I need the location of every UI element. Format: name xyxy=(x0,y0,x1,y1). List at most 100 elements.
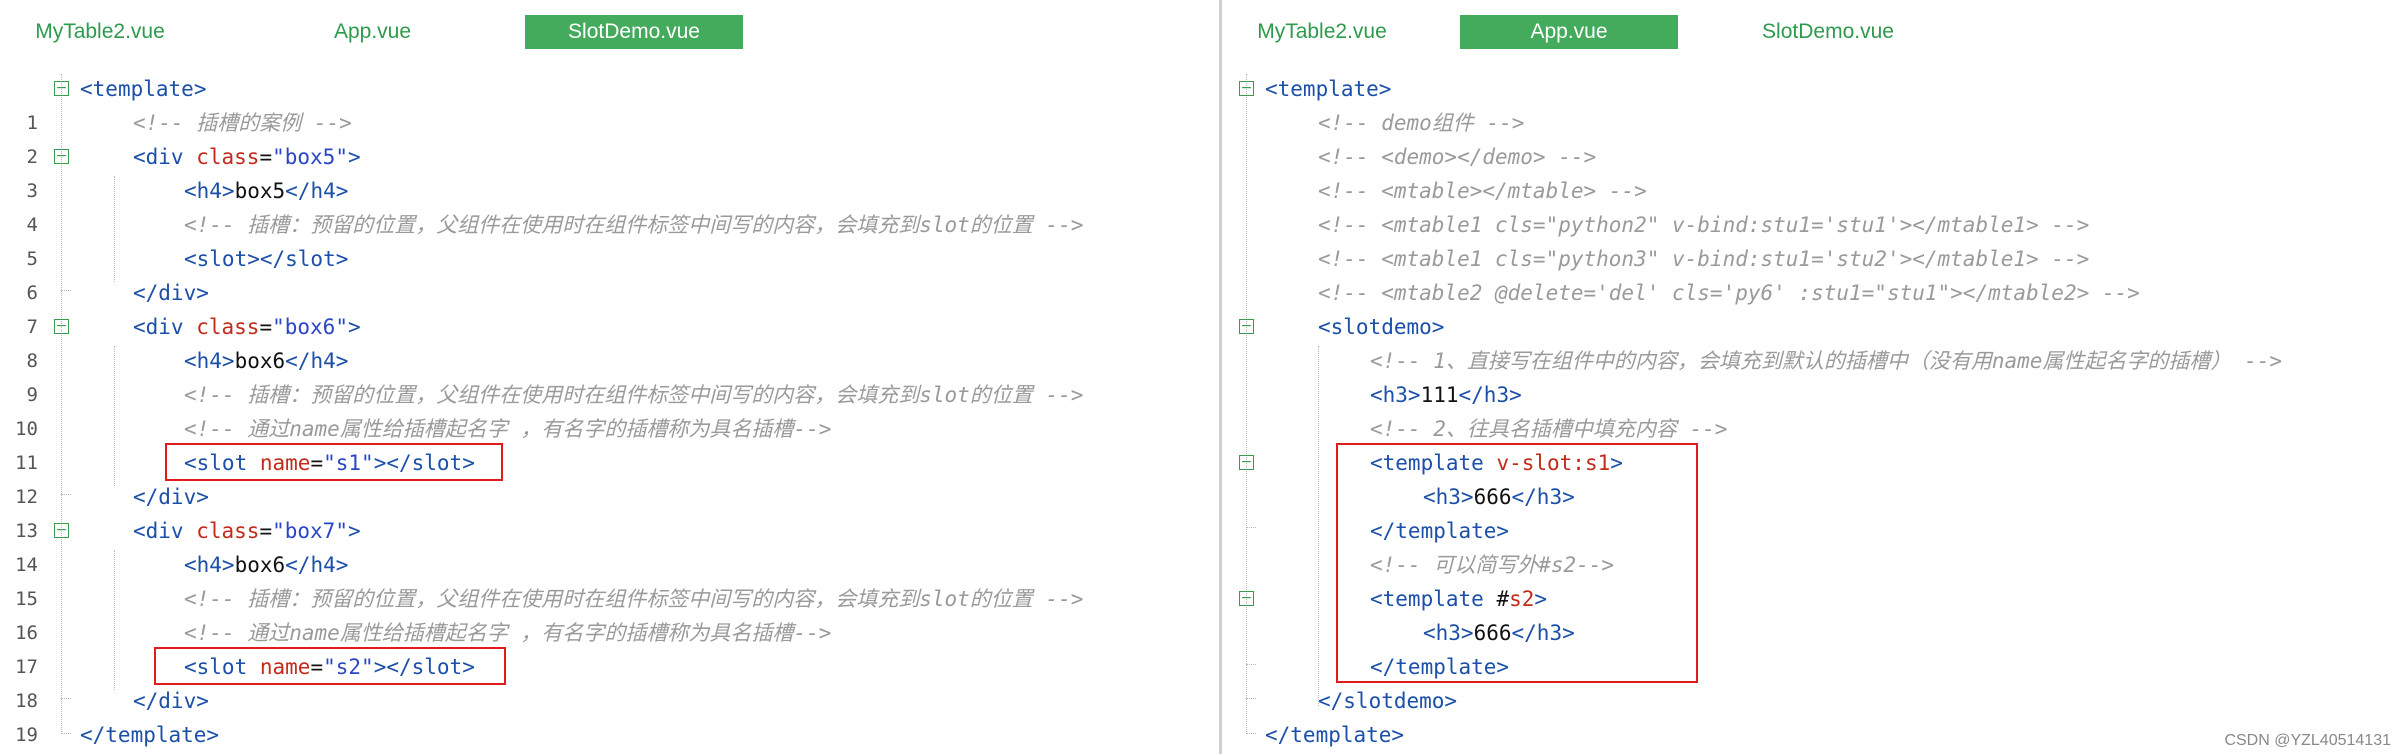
code-line[interactable]: − <template> xyxy=(1222,72,2399,106)
code-comment: <!-- 通过name属性给插槽起名字 ，有名字的插槽称为具名插槽--> xyxy=(184,621,832,645)
tab-bar: MyTable2.vue App.vue SlotDemo.vue xyxy=(1222,0,2399,62)
tab-mytable2[interactable]: MyTable2.vue xyxy=(1222,15,1422,49)
code-comment: <!-- 插槽：预留的位置，父组件在使用时在组件标签中间写的内容，会填充到slo… xyxy=(184,383,1084,407)
code-token: </slotdemo> xyxy=(1318,689,1458,713)
code-token: <slot></slot> xyxy=(184,247,349,271)
code-line[interactable]: <!-- <mtable1 cls="python2" v-bind:stu1=… xyxy=(1222,208,2399,242)
code-comment: <!-- 插槽：预留的位置，父组件在使用时在组件标签中间写的内容，会填充到slo… xyxy=(184,587,1084,611)
code-token: </template> xyxy=(1265,723,1405,747)
code-token: "box7" xyxy=(272,519,348,543)
code-token: <slotdemo> xyxy=(1318,315,1445,339)
code-token: > xyxy=(347,315,361,339)
code-token: > xyxy=(347,145,361,169)
code-line[interactable]: <!-- 1、直接写在组件中的内容，会填充到默认的插槽中（没有用name属性起名… xyxy=(1222,344,2399,378)
code-comment: <!-- <mtable></mtable> --> xyxy=(1318,179,1647,203)
code-line[interactable]: 1 − <template> xyxy=(0,72,1219,134)
code-line[interactable]: <!-- <mtable2 @delete='del' cls='py6' :s… xyxy=(1222,276,2399,310)
code-token: <h3> xyxy=(1370,383,1421,407)
code-line[interactable]: <h3>111</h3> xyxy=(1222,378,2399,412)
tab-mytable2[interactable]: MyTable2.vue xyxy=(0,15,200,49)
editor-pane-left[interactable]: MyTable2.vue App.vue SlotDemo.vue 1 − <t… xyxy=(0,0,1219,754)
code-comment: <!-- <mtable1 cls="python2" v-bind:stu1=… xyxy=(1318,213,2090,237)
code-comment: <!-- <mtable1 cls="python3" v-bind:stu1=… xyxy=(1318,247,2090,271)
code-line[interactable]: 15 <h4>box6</h4> xyxy=(0,548,1219,610)
code-token: = xyxy=(259,519,273,543)
code-token: </h4> xyxy=(285,553,349,577)
fold-collapse-icon[interactable]: − xyxy=(1239,455,1254,470)
fold-collapse-icon[interactable]: − xyxy=(1239,319,1254,334)
code-comment: <!-- 插槽：预留的位置，父组件在使用时在组件标签中间写的内容，会填充到slo… xyxy=(184,213,1084,237)
fold-collapse-icon[interactable]: − xyxy=(54,319,69,334)
code-token: box6 xyxy=(234,349,286,373)
code-line[interactable]: 17 <!-- 通过name属性给插槽起名字 ，有名字的插槽称为具名插槽--> xyxy=(0,616,1219,678)
code-token: </div> xyxy=(133,689,209,713)
code-token: > xyxy=(347,519,361,543)
code-token: = xyxy=(259,315,273,339)
code-comment: <!-- 插槽的案例 --> xyxy=(133,111,352,135)
code-token: class xyxy=(196,145,260,169)
code-line[interactable]: 7 </div> xyxy=(0,276,1219,338)
tab-slotdemo[interactable]: SlotDemo.vue xyxy=(525,15,743,49)
fold-collapse-icon[interactable]: − xyxy=(54,81,69,96)
highlight-box-named-slots xyxy=(1336,443,1698,683)
code-token: <div xyxy=(133,315,184,339)
code-token: <h4> xyxy=(184,349,235,373)
code-line[interactable]: <!-- 2、往具名插槽中填充内容 --> xyxy=(1222,412,2399,446)
code-token: </div> xyxy=(133,281,209,305)
code-token: <h4> xyxy=(184,179,235,203)
highlight-box-slot-s2 xyxy=(154,647,506,685)
code-line[interactable]: 13 </div> xyxy=(0,480,1219,542)
tab-app[interactable]: App.vue xyxy=(1460,15,1678,49)
code-line[interactable]: 8 − <div class="box6"> xyxy=(0,310,1219,372)
code-token: class xyxy=(196,519,260,543)
code-token: </h3> xyxy=(1458,383,1522,407)
code-line[interactable]: 3 − <div class="box5"> xyxy=(0,140,1219,202)
code-token: "box6" xyxy=(272,315,348,339)
fold-collapse-icon[interactable]: − xyxy=(1239,591,1254,606)
tab-bar: MyTable2.vue App.vue SlotDemo.vue xyxy=(0,0,1219,62)
code-line[interactable]: 10 <!-- 插槽：预留的位置，父组件在使用时在组件标签中间写的内容，会填充到… xyxy=(0,378,1219,440)
code-line[interactable]: </slotdemo> xyxy=(1222,684,2399,718)
code-token: </div> xyxy=(133,485,209,509)
code-token: 111 xyxy=(1420,383,1459,407)
tab-slotdemo[interactable]: SlotDemo.vue xyxy=(1728,15,1928,49)
editor-pane-right[interactable]: MyTable2.vue App.vue SlotDemo.vue − <tem… xyxy=(1222,0,2399,754)
code-comment: <!-- <mtable2 @delete='del' cls='py6' :s… xyxy=(1318,281,2140,305)
code-token: <div xyxy=(133,145,184,169)
code-token: <template> xyxy=(1265,77,1392,101)
code-line[interactable]: <!-- <demo></demo> --> xyxy=(1222,140,2399,174)
fold-collapse-icon[interactable]: − xyxy=(54,523,69,538)
code-token: class xyxy=(196,315,260,339)
code-comment: <!-- <demo></demo> --> xyxy=(1318,145,1597,169)
code-line[interactable]: <!-- <mtable></mtable> --> xyxy=(1222,174,2399,208)
code-line[interactable]: 9 <h4>box6</h4> xyxy=(0,344,1219,406)
code-line[interactable]: </template> xyxy=(1222,718,2399,752)
code-line[interactable]: 14 − <div class="box7"> xyxy=(0,514,1219,576)
code-line[interactable]: 5 <!-- 插槽：预留的位置，父组件在使用时在组件标签中间写的内容，会填充到s… xyxy=(0,208,1219,270)
code-line[interactable]: 4 <h4>box5</h4> xyxy=(0,174,1219,236)
code-comment: <!-- 通过name属性给插槽起名字 ，有名字的插槽称为具名插槽--> xyxy=(184,417,832,441)
highlight-box-slot-s1 xyxy=(165,443,503,481)
fold-collapse-icon[interactable]: − xyxy=(54,149,69,164)
code-token: > xyxy=(193,77,207,101)
code-line[interactable]: 19 </div> xyxy=(0,684,1219,746)
fold-collapse-icon[interactable]: − xyxy=(1239,81,1254,96)
code-token: template xyxy=(92,77,194,101)
code-line[interactable]: − <slotdemo> xyxy=(1222,310,2399,344)
code-comment: <!-- demo组件 --> xyxy=(1318,111,1525,135)
watermark: CSDN @YZL40514131 xyxy=(2224,732,2391,749)
code-line[interactable]: <!-- demo组件 --> xyxy=(1222,106,2399,140)
code-token: box6 xyxy=(234,553,286,577)
code-token: </template> xyxy=(80,723,220,747)
code-token: = xyxy=(259,145,273,169)
code-comment: <!-- 2、往具名插槽中填充内容 --> xyxy=(1370,417,1728,441)
code-token: < xyxy=(80,77,93,101)
code-line[interactable]: 2 <!-- 插槽的案例 --> xyxy=(0,106,1219,168)
code-line[interactable]: 11 <!-- 通过name属性给插槽起名字 ，有名字的插槽称为具名插槽--> xyxy=(0,412,1219,474)
code-line[interactable]: 20 </template> xyxy=(0,718,1219,752)
code-line[interactable]: 16 <!-- 插槽：预留的位置，父组件在使用时在组件标签中间写的内容，会填充到… xyxy=(0,582,1219,644)
code-token: </h4> xyxy=(285,349,349,373)
code-line[interactable]: 6 <slot></slot> xyxy=(0,242,1219,304)
code-line[interactable]: <!-- <mtable1 cls="python3" v-bind:stu1=… xyxy=(1222,242,2399,276)
tab-app[interactable]: App.vue xyxy=(275,15,470,49)
